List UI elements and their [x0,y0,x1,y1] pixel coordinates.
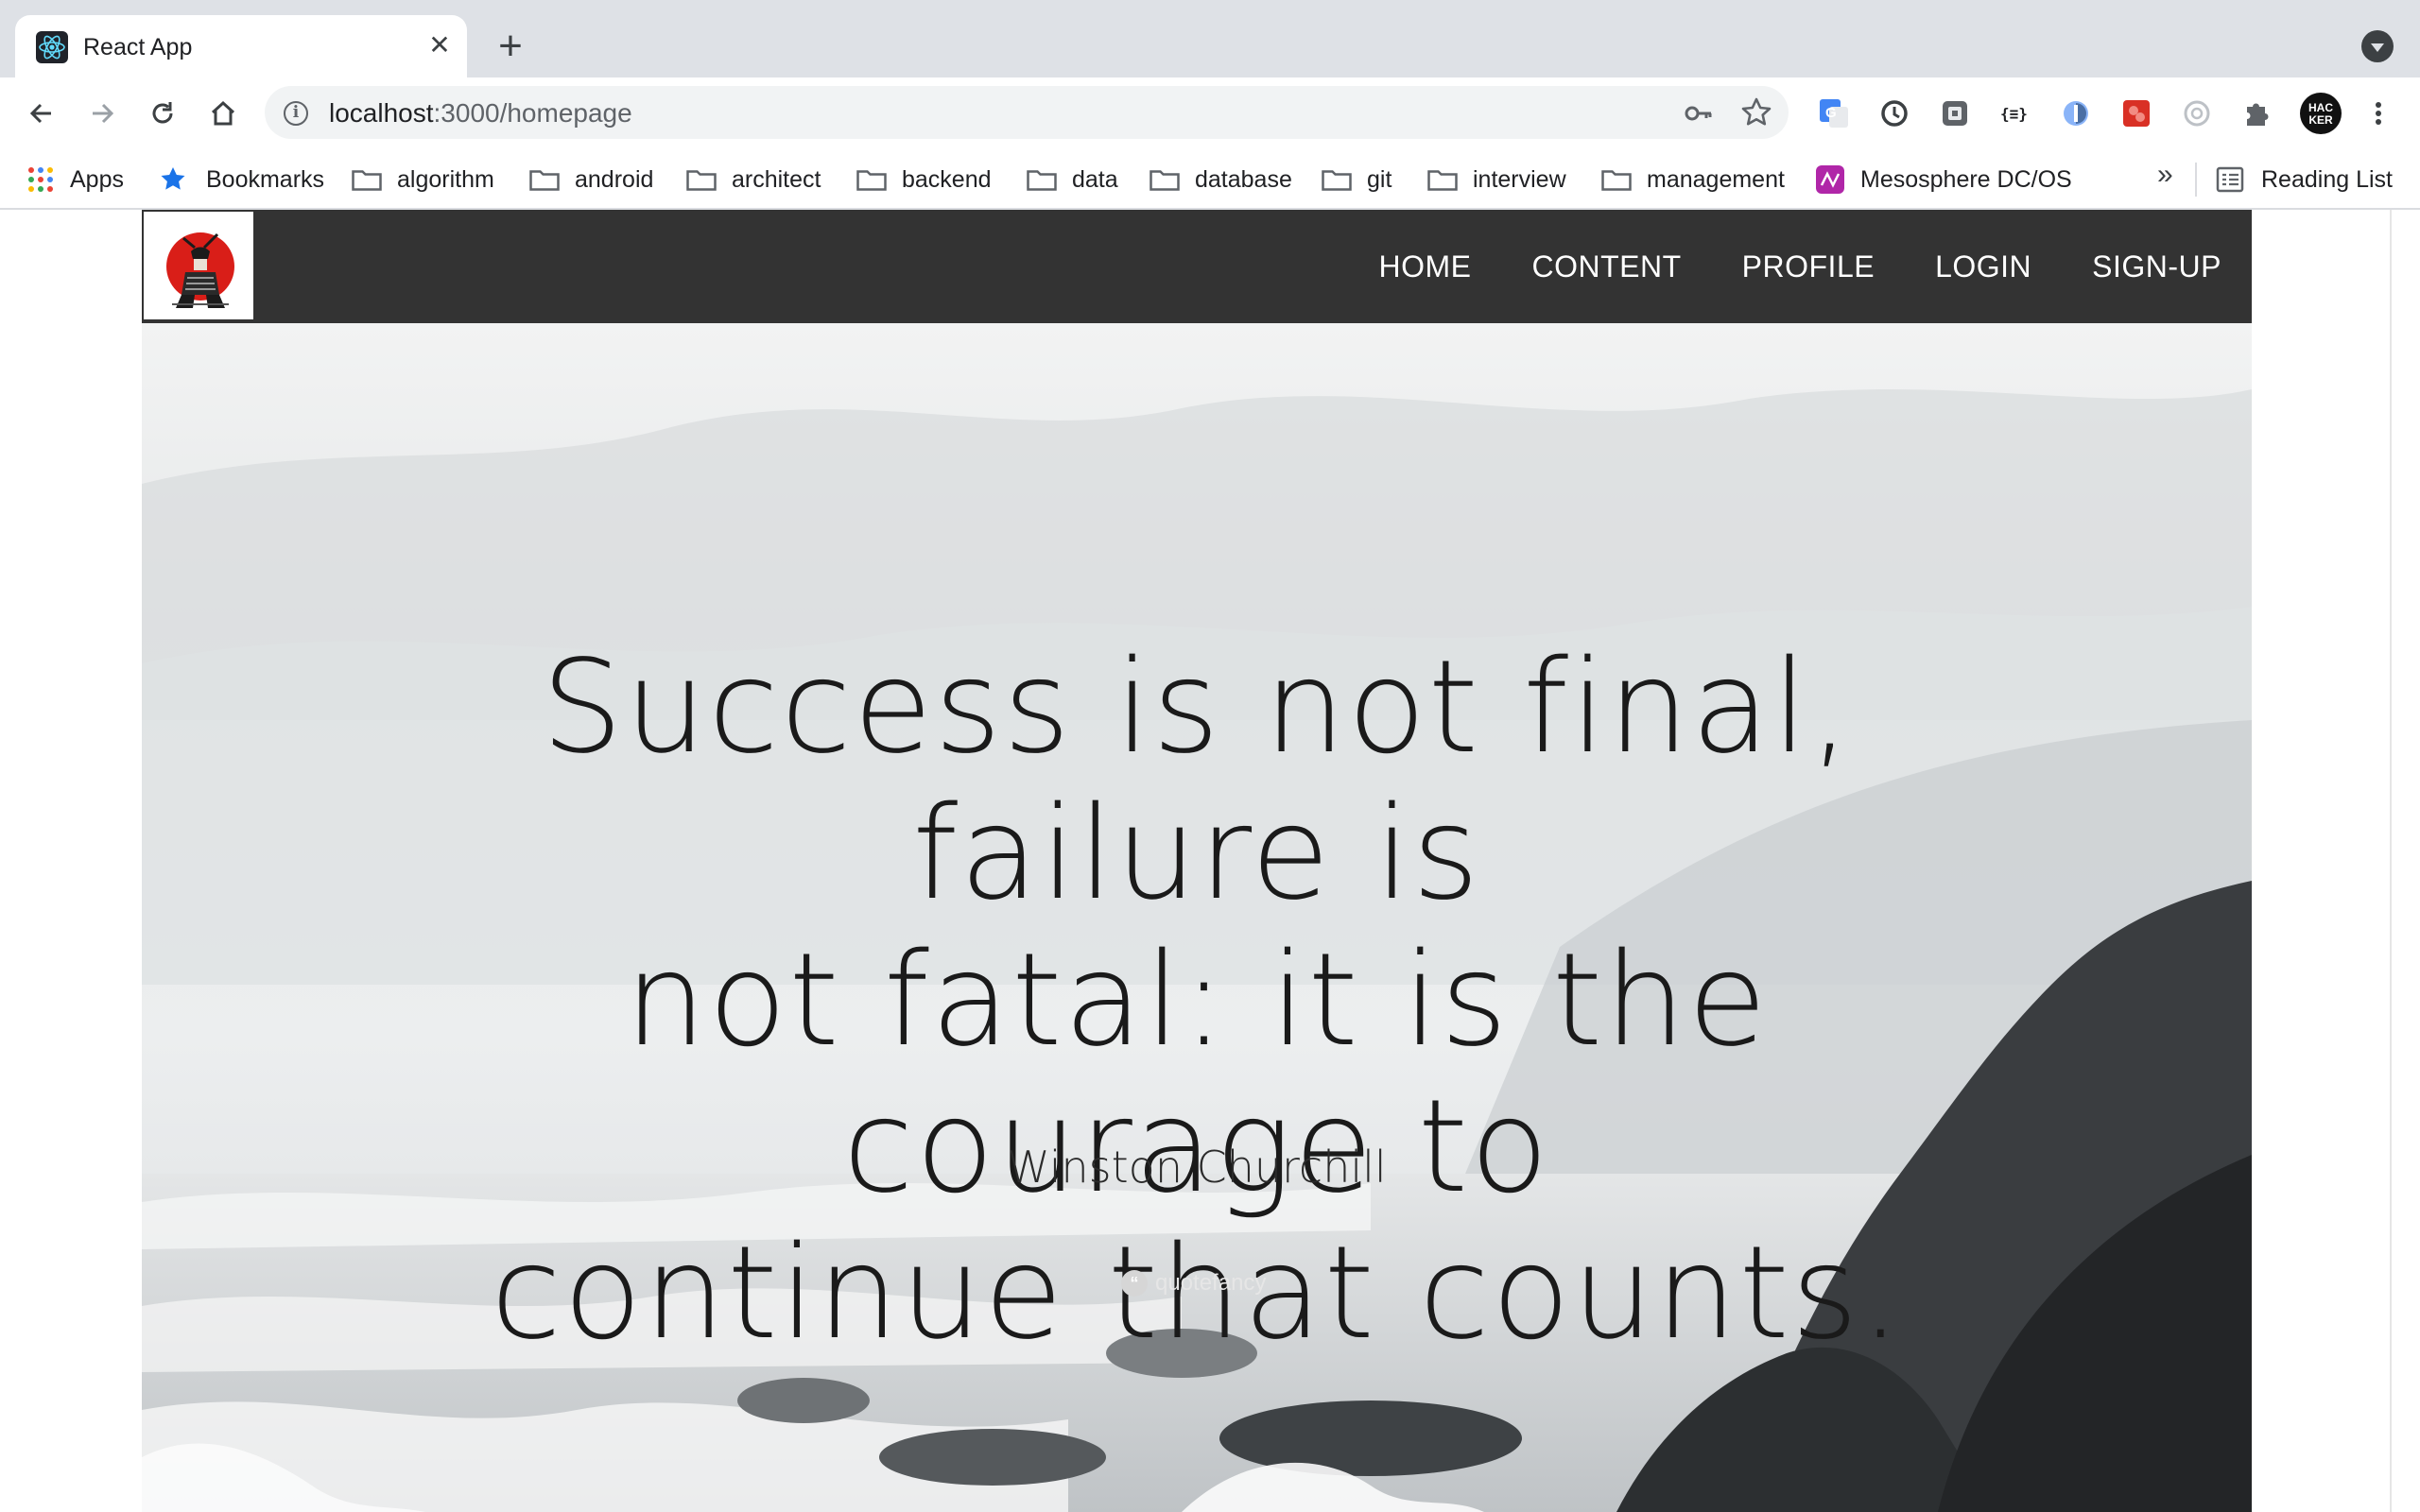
samurai-logo-icon [166,232,234,308]
quote-author: Winston Churchill [1007,1142,1387,1193]
key-icon[interactable] [1683,97,1715,129]
bookmarks-divider [2195,163,2197,197]
home-button[interactable] [204,94,242,132]
site-container: HOME CONTENT PROFILE LOGIN SIGN-UP Succe… [142,210,2252,1512]
quotefancy-watermark: “ quotefancy [1121,1270,1266,1297]
url-path: :3000/homepage [433,98,632,128]
reading-list-label: Reading List [2261,165,2393,193]
folder-icon [686,170,717,191]
forward-arrow-icon [93,103,114,124]
folder-icon [856,170,887,191]
back-arrow-icon [29,103,51,124]
browser-tab[interactable]: React App ✕ [15,15,467,79]
reading-list-icon [2216,166,2244,193]
bookmark-folder-label: backend [902,165,992,193]
bookmark-bookmarks-label: Bookmarks [206,165,325,193]
bookmark-folder-algorithm[interactable]: algorithm [352,161,494,198]
quote-line: Success is not final, failure is [541,633,1853,929]
puzzle-red-icon[interactable] [2118,94,2155,132]
tab-search-icon[interactable] [2361,30,2394,62]
bookmark-folder-architect[interactable]: architect [686,161,821,198]
apps-grid-icon [28,167,53,192]
hero-quote-banner: Success is not final, failure is not fat… [142,323,2252,1512]
svg-text:KER: KER [2308,113,2333,127]
extension-grid-icon[interactable] [1936,94,1974,132]
address-bar[interactable]: i localhost:3000/homepage [265,86,1789,139]
new-tab-button[interactable]: + [492,26,529,67]
bookmark-folder-git[interactable]: git [1322,161,1392,198]
bookmark-folder-data[interactable]: data [1027,161,1118,198]
nav-signup[interactable]: SIGN-UP [2092,249,2221,284]
nav-content[interactable]: CONTENT [1532,249,1682,284]
radar-icon[interactable] [2178,94,2216,132]
forward-button[interactable] [83,94,121,132]
bookmark-bookmarks[interactable]: Bookmarks [159,161,324,198]
bookmark-folder-android[interactable]: android [529,161,653,198]
url-text[interactable]: localhost:3000/homepage [329,98,632,129]
bookmark-apps-label: Apps [70,165,124,193]
profile-avatar[interactable]: HAC KER [2299,92,2342,135]
google-translate-icon[interactable]: G [1815,94,1853,132]
site-navbar: HOME CONTENT PROFILE LOGIN SIGN-UP [142,210,2252,323]
folder-icon [1150,170,1180,191]
bookmarks-bar: Apps Bookmarks algorithm android archite… [0,149,2420,210]
bookmark-folder-database[interactable]: database [1150,161,1292,198]
bookmark-apps[interactable]: Apps [26,161,124,198]
home-icon [211,100,235,126]
folder-icon [1601,170,1632,191]
site-nav-links: HOME CONTENT PROFILE LOGIN SIGN-UP [1379,210,2222,323]
bookmark-folder-label: algorithm [397,165,494,193]
reload-button[interactable] [144,94,182,132]
nav-login[interactable]: LOGIN [1935,249,2031,284]
extensions-puzzle-icon[interactable] [2238,94,2276,132]
site-logo[interactable] [142,210,255,321]
url-host: localhost [329,98,434,128]
bookmarks-overflow-chevron[interactable]: » [2157,159,2173,191]
folder-icon [529,170,560,191]
svg-text:G: G [1825,105,1837,121]
svg-text:HAC: HAC [2308,101,2333,114]
svg-text:{≡}: {≡} [2000,105,2028,123]
nav-profile[interactable]: PROFILE [1742,249,1875,284]
browser-toolbar: i localhost:3000/homepage G {≡} HAC KER [0,77,2420,149]
bookmark-mesosphere[interactable]: Mesosphere DC/OS [1815,161,2072,198]
reload-icon [152,102,173,124]
folder-icon [1427,170,1458,191]
scrollbar-track[interactable] [2390,210,2392,1512]
folder-icon [1027,170,1057,191]
hero-quote: Success is not final, failure is not fat… [378,635,2015,1367]
tab-strip: React App ✕ + [0,0,2420,79]
bookmark-folder-label: android [575,165,654,193]
bookmark-folder-label: architect [732,165,821,193]
star-icon [161,167,185,190]
bookmark-folder-label: data [1072,165,1118,193]
folder-icon [1322,170,1352,191]
mesosphere-icon [1816,165,1844,194]
close-tab-icon[interactable]: ✕ [424,30,456,62]
bookmark-folder-label: git [1367,165,1392,193]
bookmark-folder-backend[interactable]: backend [856,161,992,198]
bookmark-folder-label: interview [1473,165,1566,193]
folder-icon [352,170,382,191]
page-viewport: HOME CONTENT PROFILE LOGIN SIGN-UP Succe… [0,210,2420,1512]
clock-icon[interactable] [1876,94,1913,132]
bookmark-folder-label: database [1195,165,1292,193]
back-button[interactable] [23,94,60,132]
bookmark-folder-interview[interactable]: interview [1427,161,1566,198]
reading-list-button[interactable]: Reading List [2216,161,2393,198]
react-icon [36,31,68,63]
bookmark-mesosphere-label: Mesosphere DC/OS [1860,165,2072,193]
bookmark-star-icon[interactable] [1739,95,1773,129]
site-info-icon[interactable]: i [284,101,308,126]
json-viewer-icon[interactable]: {≡} [1996,94,2034,132]
tab-title: React App [83,34,193,60]
bookmark-folder-management[interactable]: management [1601,161,1785,198]
vpn-shield-icon[interactable] [2057,94,2095,132]
kebab-menu-icon[interactable] [2360,94,2397,132]
watermark-text: quotefancy [1155,1270,1267,1296]
nav-home[interactable]: HOME [1379,249,1472,284]
quote-mark-icon: “ [1121,1270,1148,1297]
bookmark-folder-label: management [1647,165,1785,193]
